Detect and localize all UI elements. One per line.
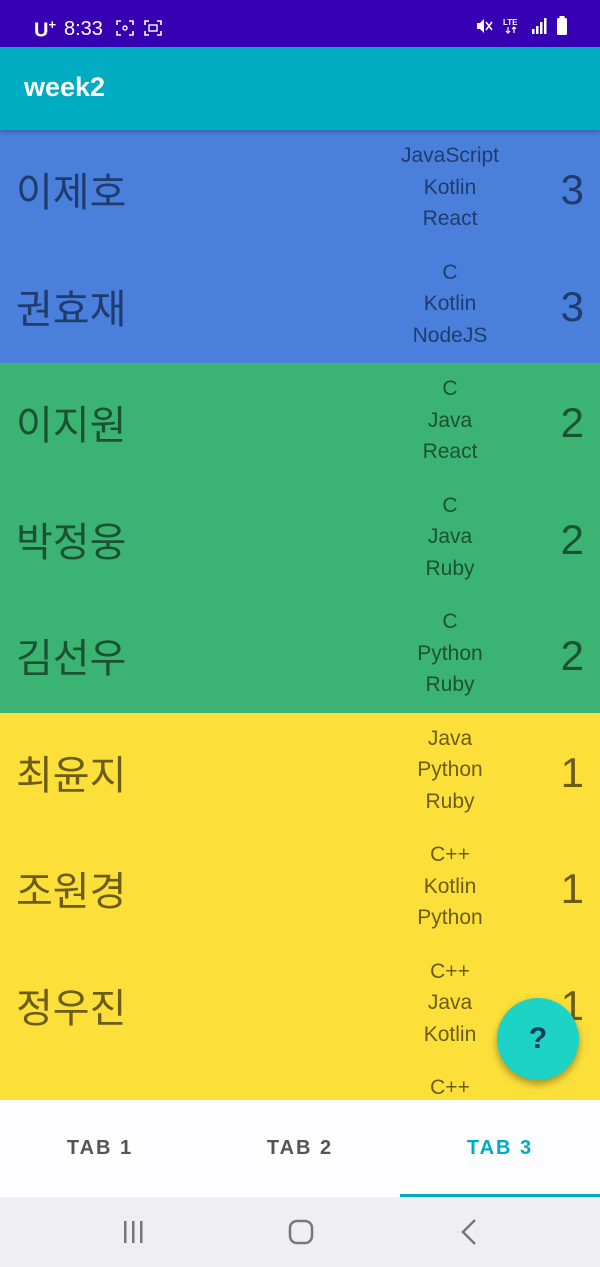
list-item[interactable]: 이지원 C Java React 2 (0, 363, 600, 480)
svg-text:LTE: LTE (503, 18, 518, 27)
skill-list: C Python Ruby (380, 606, 520, 701)
question-icon: ? (528, 1022, 548, 1055)
person-name: 이지원 (16, 403, 127, 449)
screenshot-icon (116, 19, 134, 36)
skill-label: JavaScript (400, 144, 500, 167)
skill-label: Python (417, 641, 483, 665)
skill-label: Java (427, 726, 473, 750)
skill-count: 3 (560, 282, 584, 330)
skill-label: Ruby (425, 556, 475, 580)
carrier-text: U (34, 19, 49, 42)
list-item[interactable]: 이제호 JavaScript Kotlin React 3 (0, 130, 600, 247)
app-bar: week2 (0, 47, 600, 130)
skill-list: C Java React (380, 373, 520, 468)
skill-label: Java (427, 525, 473, 548)
skill-label: C (442, 493, 458, 517)
back-icon[interactable] (450, 1215, 490, 1249)
skill-count: 2 (560, 399, 584, 446)
skill-label: C (442, 377, 458, 400)
battery-icon (557, 16, 567, 35)
signal-icon (531, 18, 547, 34)
tab-bar: TAB 1 TAB 2 TAB 3 (0, 1100, 600, 1197)
home-icon[interactable] (281, 1215, 321, 1249)
tab-1[interactable]: TAB 1 (0, 1100, 200, 1197)
skill-label: Ruby (425, 789, 475, 813)
skill-label: Kotlin (423, 292, 477, 315)
skill-list: C++ (380, 1072, 520, 1100)
skill-count: 2 (560, 515, 584, 563)
list-item[interactable]: 최윤지 Java Python Ruby 1 (0, 712, 600, 830)
skill-label: C (442, 610, 458, 633)
skill-label: C++ (430, 1076, 470, 1099)
skill-label: Ruby (425, 673, 475, 696)
skill-label: NodeJS (412, 323, 488, 347)
skill-label: Kotlin (423, 874, 477, 898)
app-title: week2 (24, 72, 106, 102)
skill-label: C (442, 260, 458, 284)
skill-list: C Kotlin NodeJS (380, 257, 520, 352)
person-name: 정우진 (16, 985, 127, 1032)
system-nav-bar (0, 1197, 600, 1267)
lte-icon: LTE (503, 18, 518, 34)
carrier-sup: + (48, 17, 57, 32)
person-name: 조원경 (16, 869, 127, 915)
carrier-label: U+ (34, 17, 56, 43)
people-list[interactable]: 이제호 JavaScript Kotlin React 3 권효재 C Kotl… (0, 130, 600, 1100)
person-name: 권효재 (16, 286, 127, 333)
recent-apps-icon[interactable] (113, 1215, 153, 1249)
skill-list: Java Python Ruby (380, 723, 520, 818)
list-item[interactable]: 조원경 C++ Kotlin Python 1 (0, 829, 600, 946)
status-clock: 8:33 (64, 18, 103, 40)
list-item[interactable]: 김선우 C Python Ruby 2 (0, 596, 600, 713)
skill-label: Java (427, 991, 473, 1014)
skill-count: 1 (560, 865, 584, 912)
screen-capture-icon (144, 19, 163, 36)
system-icons: LTE (475, 16, 568, 36)
skill-list: C Java Ruby (380, 490, 520, 585)
person-name: 박정웅 (16, 519, 127, 566)
skill-list: JavaScript Kotlin React (380, 140, 520, 235)
tab-3[interactable]: TAB 3 (400, 1100, 600, 1197)
skill-label: C++ (430, 959, 470, 983)
skill-label: Python (417, 906, 483, 929)
list-item[interactable]: 박정웅 C Java Ruby 2 (0, 479, 600, 597)
list-item[interactable]: 권효재 C Kotlin NodeJS 3 (0, 246, 600, 364)
skill-label: Kotlin (423, 175, 477, 199)
tab-2[interactable]: TAB 2 (200, 1100, 400, 1197)
skill-count: 2 (560, 632, 584, 679)
skill-list: C++ Kotlin Python (380, 839, 520, 934)
person-name: 이제호 (16, 170, 127, 216)
notification-icons (116, 19, 163, 37)
skill-label: React (422, 440, 478, 463)
skill-count: 1 (560, 748, 584, 796)
skill-label: React (422, 207, 478, 230)
skill-label: Python (417, 758, 483, 781)
status-bar: U+ 8:33 LTE (0, 0, 600, 47)
skill-label: Java (427, 408, 473, 432)
skill-label: C++ (430, 843, 470, 866)
person-name: 김선우 (16, 636, 127, 682)
mute-icon (476, 19, 493, 33)
person-name: 최윤지 (16, 752, 127, 799)
skill-count: 3 (560, 166, 584, 213)
help-fab-button[interactable]: ? (497, 998, 579, 1080)
